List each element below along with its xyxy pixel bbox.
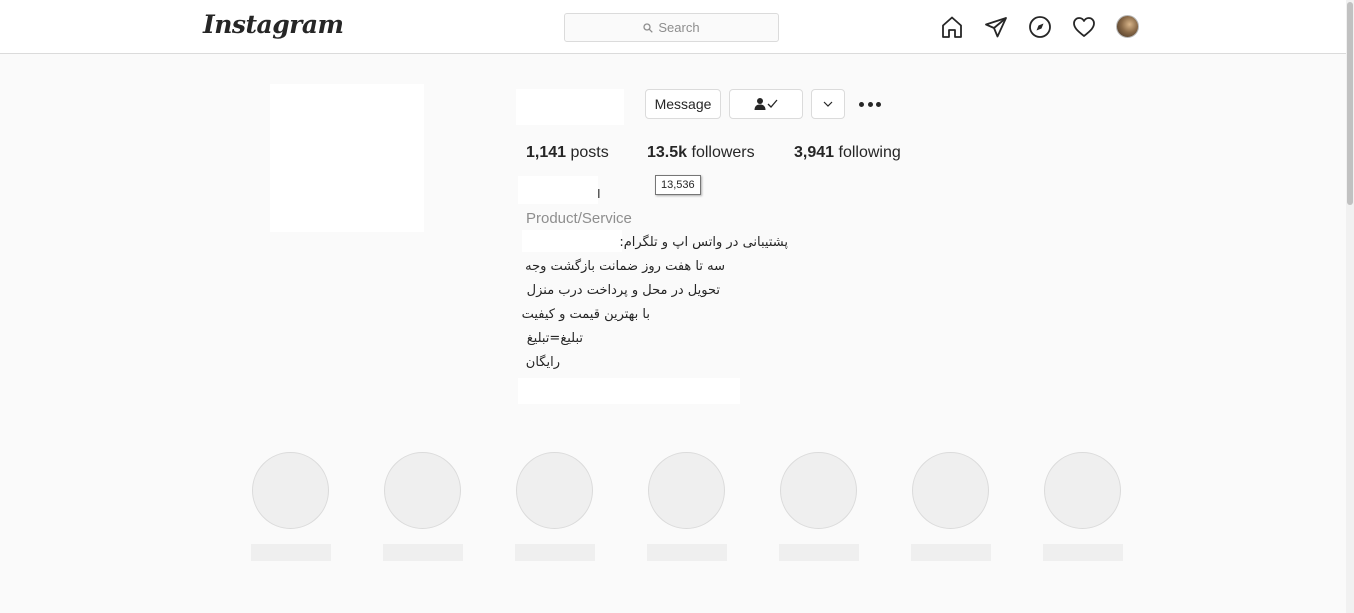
instagram-logo[interactable]: Instagram — [203, 10, 344, 39]
followers-label: followers — [691, 144, 755, 161]
search-icon — [643, 22, 654, 33]
search-placeholder: Search — [658, 20, 700, 35]
dot — [867, 101, 873, 107]
bio-link[interactable] — [518, 378, 740, 404]
following-stat[interactable]: 3,941 following — [794, 144, 901, 162]
story-highlight[interactable] — [912, 452, 989, 529]
story-highlight-label — [647, 544, 727, 561]
activity-heart-icon[interactable] — [1071, 14, 1096, 39]
followers-count: 13.5k — [647, 144, 688, 161]
posts-count: 1,141 — [526, 144, 567, 161]
scrollbar-thumb[interactable] — [1347, 2, 1353, 205]
username — [516, 89, 624, 125]
bio-line: سه تا هفت روز ضمانت بازگشت وجه — [525, 259, 725, 274]
message-button-label: Message — [654, 96, 712, 112]
person-check-icon — [754, 98, 778, 110]
story-highlight[interactable] — [780, 452, 857, 529]
story-highlight[interactable] — [384, 452, 461, 529]
bio-line: پشتیبانی در واتس اپ و تلگرام: — [619, 235, 788, 250]
full-name — [518, 176, 598, 204]
more-options-icon[interactable] — [856, 96, 884, 112]
home-icon[interactable] — [939, 14, 964, 39]
story-highlight[interactable] — [1044, 452, 1121, 529]
story-highlight[interactable] — [252, 452, 329, 529]
profile-category: Product/Service — [526, 210, 632, 227]
posts-stat: 1,141 posts — [526, 144, 609, 162]
story-highlight[interactable] — [516, 452, 593, 529]
bio-line: تحویل در محل و پرداخت درب منزل — [526, 283, 720, 298]
direct-icon[interactable] — [983, 14, 1008, 39]
followers-stat[interactable]: 13.5k followers — [647, 144, 755, 162]
text-cursor-icon: I — [597, 186, 601, 201]
story-highlight-label — [779, 544, 859, 561]
posts-label: posts — [570, 144, 609, 161]
bio-line: رایگان — [525, 355, 560, 370]
chevron-down-icon — [823, 101, 833, 107]
profile-picture[interactable] — [270, 84, 424, 232]
suggested-accounts-button[interactable] — [811, 89, 845, 119]
top-navigation-bar: Instagram Search — [0, 0, 1346, 54]
story-highlight-label — [515, 544, 595, 561]
search-input[interactable]: Search — [564, 13, 779, 42]
story-highlight-label — [251, 544, 331, 561]
following-count: 3,941 — [794, 144, 835, 161]
scrollbar[interactable] — [1346, 0, 1354, 613]
bio-line: تبلیغ=تبلیغ — [526, 331, 583, 346]
story-highlight-label — [383, 544, 463, 561]
story-highlight-label — [1043, 544, 1123, 561]
bio-hidden-text — [522, 230, 622, 252]
dot — [859, 101, 864, 107]
explore-icon[interactable] — [1027, 14, 1052, 39]
dot — [876, 101, 881, 107]
story-highlight-label — [911, 544, 991, 561]
following-button[interactable] — [729, 89, 803, 119]
profile-avatar[interactable] — [1116, 15, 1139, 38]
followers-tooltip: 13,536 — [655, 175, 701, 195]
story-highlight[interactable] — [648, 452, 725, 529]
message-button[interactable]: Message — [645, 89, 721, 119]
bio-line: با بهترین قیمت و کیفیت — [521, 307, 650, 322]
following-label: following — [838, 144, 901, 161]
